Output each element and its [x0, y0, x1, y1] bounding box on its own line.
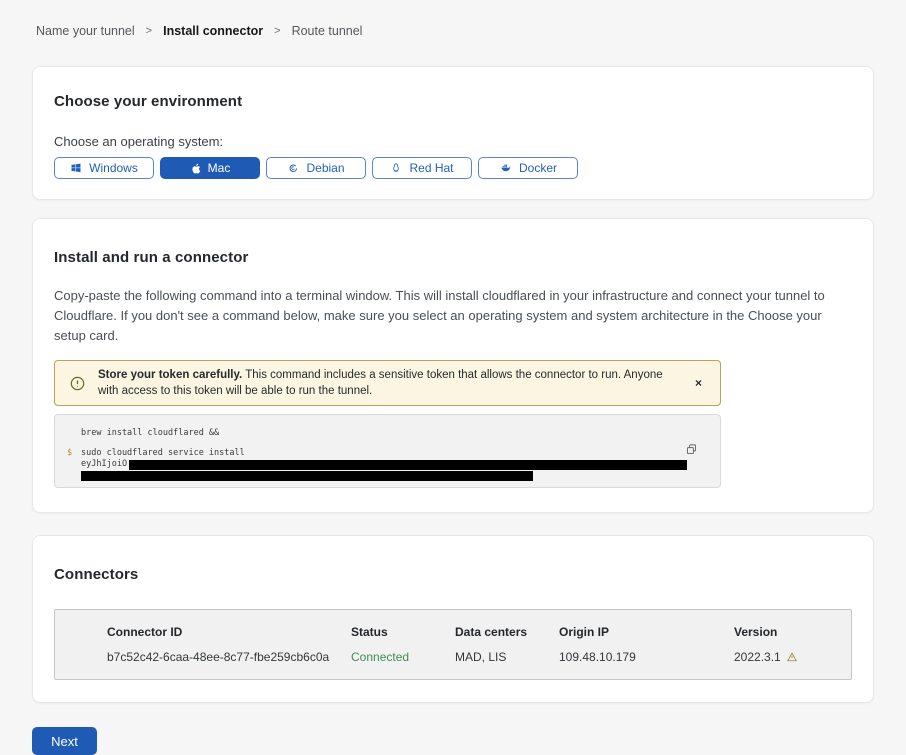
- connectors-table: Connector ID Status Data centers Origin …: [54, 609, 852, 680]
- breadcrumb-step-install-connector[interactable]: Install connector: [163, 24, 263, 38]
- os-button-group: Windows Mac Debian Red Hat Docker: [54, 157, 852, 179]
- os-button-label: Windows: [89, 161, 138, 175]
- breadcrumb-separator: >: [146, 25, 152, 37]
- breadcrumb-step-route-tunnel[interactable]: Route tunnel: [292, 24, 363, 38]
- os-button-debian[interactable]: Debian: [266, 157, 366, 179]
- os-button-mac[interactable]: Mac: [160, 157, 260, 179]
- os-button-label: Mac: [208, 161, 231, 175]
- column-header-connector-id: Connector ID: [107, 625, 351, 639]
- windows-icon: [70, 162, 82, 174]
- next-button[interactable]: Next: [32, 727, 97, 755]
- os-button-redhat[interactable]: Red Hat: [372, 157, 472, 179]
- os-button-label: Debian: [306, 161, 344, 175]
- cell-origin-ip: 109.48.10.179: [559, 650, 734, 664]
- os-button-label: Red Hat: [409, 161, 453, 175]
- redacted-token-bar: [81, 471, 533, 481]
- command-line-2: sudo cloudflared service install eyJhIjo…: [81, 448, 704, 481]
- token-warning-banner: Store your token carefully. This command…: [54, 360, 721, 406]
- connectors-card: Connectors Connector ID Status Data cent…: [32, 535, 874, 703]
- command-text: sudo cloudflared service install: [81, 448, 704, 459]
- column-header-data-centers: Data centers: [455, 625, 559, 639]
- shell-prompt: $: [67, 448, 72, 459]
- cell-data-centers: MAD, LIS: [455, 650, 559, 664]
- column-header-version: Version: [734, 625, 851, 639]
- close-icon[interactable]: ×: [691, 375, 706, 391]
- breadcrumb-separator: >: [274, 25, 280, 37]
- os-button-label: Docker: [519, 161, 557, 175]
- warning-title: Store your token carefully.: [98, 369, 242, 381]
- os-select-label: Choose an operating system:: [54, 134, 852, 149]
- copy-command-button[interactable]: [683, 441, 700, 458]
- os-button-docker[interactable]: Docker: [478, 157, 578, 179]
- install-card-title: Install and run a connector: [54, 249, 844, 266]
- cell-connector-id: b7c52c42-6caa-48ee-8c77-fbe259cb6c0a: [107, 650, 351, 664]
- install-card-description: Copy-paste the following command into a …: [54, 286, 844, 346]
- command-line-1: brew install cloudflared &&: [81, 428, 704, 439]
- column-header-status: Status: [351, 625, 455, 639]
- cell-version: 2022.3.1: [734, 650, 851, 664]
- connectors-card-title: Connectors: [54, 566, 852, 583]
- environment-card: Choose your environment Choose an operat…: [32, 66, 874, 200]
- breadcrumb: Name your tunnel > Install connector > R…: [0, 0, 906, 38]
- breadcrumb-step-name-your-tunnel[interactable]: Name your tunnel: [36, 24, 135, 38]
- apple-icon: [190, 162, 201, 175]
- install-connector-card: Install and run a connector Copy-paste t…: [32, 218, 874, 513]
- warning-text: Store your token carefully. This command…: [98, 367, 673, 400]
- alert-circle-icon: [69, 375, 86, 392]
- command-code-block: brew install cloudflared && $ sudo cloud…: [54, 414, 721, 488]
- copy-icon: [685, 444, 698, 459]
- environment-card-title: Choose your environment: [54, 93, 852, 110]
- token-prefix: eyJhIjoiO: [81, 459, 127, 470]
- column-header-origin-ip: Origin IP: [559, 625, 734, 639]
- debian-icon: [287, 162, 299, 174]
- warning-triangle-icon: [786, 651, 798, 663]
- docker-icon: [499, 162, 512, 174]
- status-badge: Connected: [351, 650, 455, 664]
- os-button-windows[interactable]: Windows: [54, 157, 154, 179]
- token-line: eyJhIjoiO: [81, 459, 704, 470]
- redhat-linux-icon: [390, 162, 402, 174]
- redacted-token-bar: [129, 460, 687, 470]
- version-value: 2022.3.1: [734, 650, 781, 664]
